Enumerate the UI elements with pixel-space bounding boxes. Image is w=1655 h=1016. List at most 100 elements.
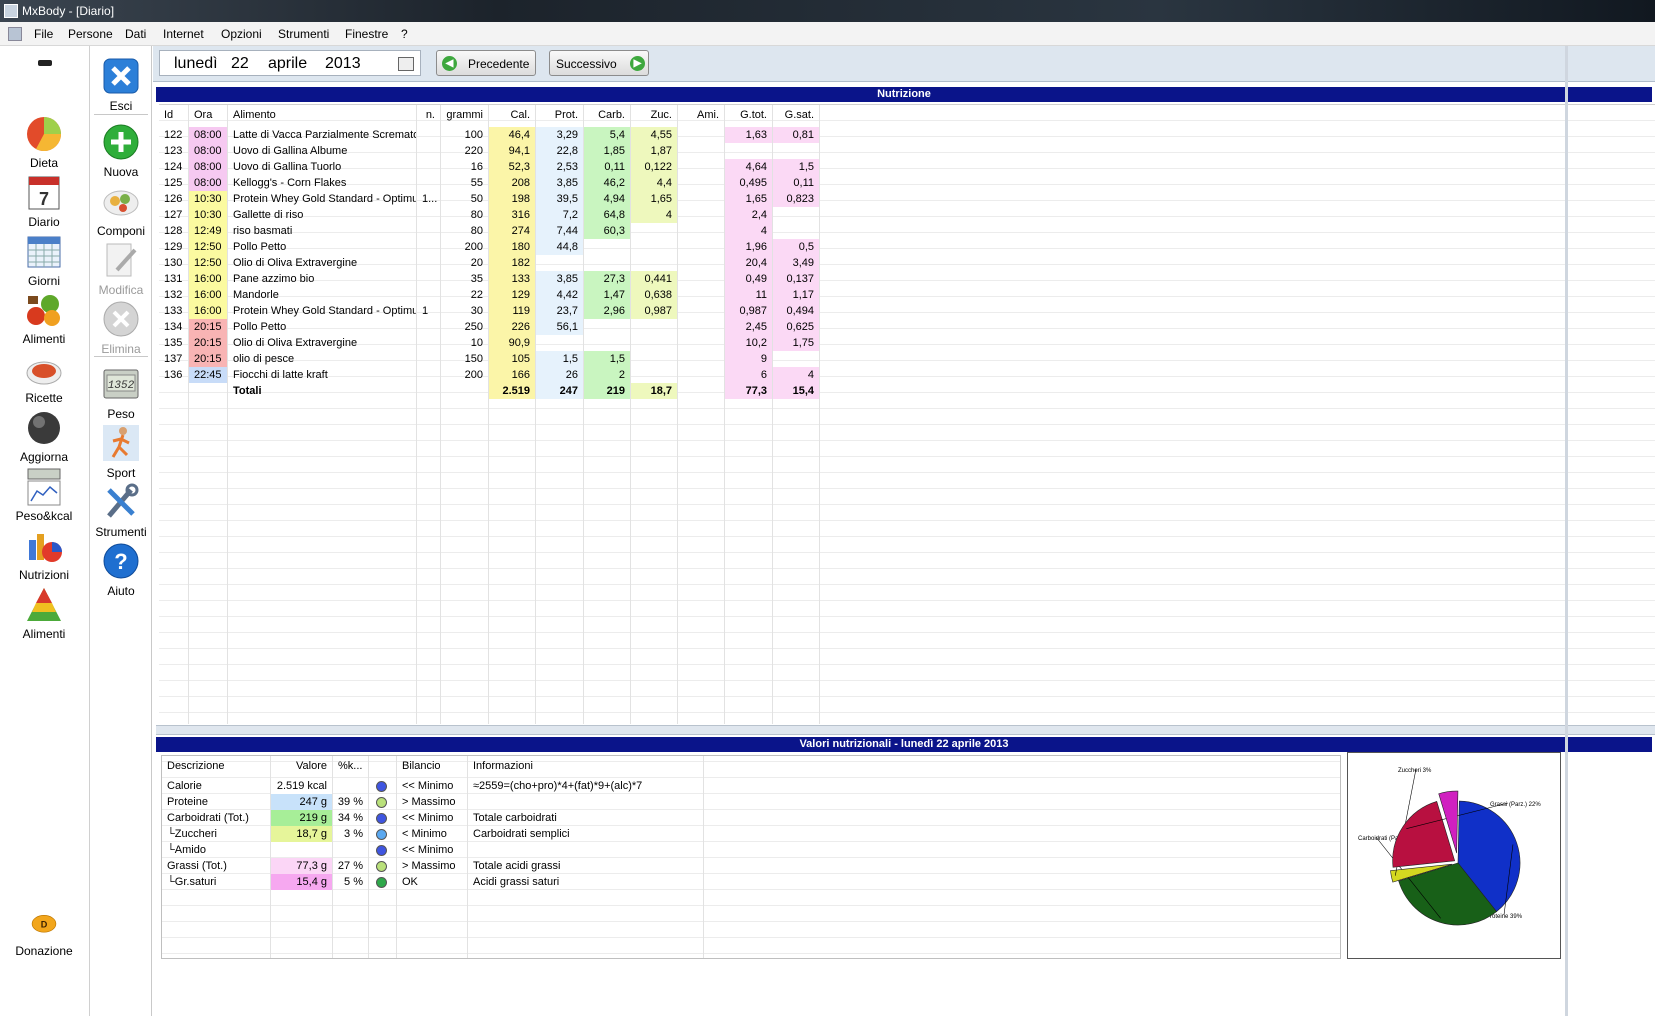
avatar[interactable]	[4, 56, 86, 120]
cell-ami	[678, 143, 724, 159]
column-header-gtot[interactable]: G.tot.	[725, 105, 772, 125]
nutritional-values-table[interactable]: Descrizione Valore %k... Bilancio Inform…	[161, 755, 1341, 959]
values-row[interactable]: Grassi (Tot.) 77,3 g 27 % > Massimo Totale a…	[162, 858, 1340, 874]
help-button[interactable]: ? Aiuto	[90, 541, 152, 598]
column-header-info[interactable]: Informazioni	[468, 756, 698, 776]
column-header-ami[interactable]: Ami.	[678, 105, 724, 125]
column-header-balance[interactable]: Bilancio	[397, 756, 467, 776]
menu-finestre[interactable]: Finestre	[345, 27, 388, 41]
panel-splitter[interactable]	[156, 725, 1655, 735]
column-header-carb[interactable]: Carb.	[584, 105, 630, 125]
table-row[interactable]: 131 16:00 Pane azzimo bio 35 133 3,85 27,3 0,44…	[159, 271, 819, 287]
values-cell-info: Totale acidi grassi	[473, 860, 561, 872]
column-header-grams[interactable]: grammi	[441, 105, 488, 125]
column-header-gsat[interactable]: G.sat.	[773, 105, 819, 125]
cell-gtot: 20,4	[725, 255, 772, 271]
cell-n	[417, 335, 440, 351]
weight-label: Peso	[107, 407, 135, 421]
values-row[interactable]: Calorie 2.519 kcal << Minimo ≈2559=(cho+pro…	[162, 778, 1340, 794]
cell-id: 124	[164, 161, 183, 173]
values-row[interactable]: └Zuccheri 18,7 g 3 % < Minimo Carboidrati se…	[162, 826, 1340, 842]
menu-file[interactable]: File	[34, 27, 53, 41]
new-button[interactable]: Nuova	[90, 122, 152, 179]
table-row[interactable]: 132 16:00 Mandorle 22 129 4,42 1,47 0,638 11 1,17	[159, 287, 819, 303]
table-row[interactable]: 123 08:00 Uovo di Gallina Albume 220 94,1 22,…	[159, 143, 819, 159]
sport-button[interactable]: Sport	[90, 423, 152, 480]
balance-indicator-icon	[376, 829, 387, 840]
table-row[interactable]: 124 08:00 Uovo di Gallina Tuorlo 16 52,3 2,53…	[159, 159, 819, 175]
sidebar-item-aggiorna[interactable]: Aggiorna	[0, 408, 88, 464]
column-header-cal[interactable]: Cal.	[489, 105, 535, 125]
values-row[interactable]: └Gr.saturi 15,4 g 5 % OK Acidi grassi saturi	[162, 874, 1340, 890]
edit-button[interactable]: Modifica	[90, 240, 152, 297]
sidebar-item-label: Ricette	[25, 391, 63, 405]
column-header-n[interactable]: n.	[417, 105, 440, 125]
document-icon[interactable]	[8, 27, 22, 41]
table-row[interactable]: 127 10:30 Gallette di riso 80 316 7,2 64,8 4 2,4	[159, 207, 819, 223]
column-header-prot[interactable]: Prot.	[536, 105, 583, 125]
cell-gtot: 2,4	[725, 207, 772, 223]
menu-help[interactable]: ?	[401, 27, 408, 41]
table-row[interactable]: 128 12:49 riso basmati 80 274 7,44 60,3 4	[159, 223, 819, 239]
table-row[interactable]: 130 12:50 Olio di Oliva Extravergine 20 182 2…	[159, 255, 819, 271]
sidebar-item-giorni[interactable]: Giorni	[0, 232, 88, 288]
total-ami	[678, 383, 724, 399]
sidebar-item-alimenti[interactable]: Alimenti	[0, 290, 88, 346]
date-day-name: lunedì	[174, 55, 218, 72]
table-row[interactable]: 129 12:50 Pollo Petto 200 180 44,8 1,96 0,5	[159, 239, 819, 255]
cell-time: 22:45	[189, 367, 227, 383]
values-row[interactable]: Proteine 247 g 39 % > Massimo	[162, 794, 1340, 810]
calendar-dropdown-icon[interactable]	[398, 57, 414, 71]
column-header-food[interactable]: Alimento	[228, 105, 416, 125]
table-row[interactable]: 122 08:00 Latte di Vacca Parzialmente Scre…	[159, 127, 819, 143]
cell-gtot: 4	[725, 223, 772, 239]
calendar-icon: 7	[28, 176, 60, 210]
previous-day-button[interactable]: ◀ Precedente	[436, 50, 536, 76]
table-row[interactable]: 137 20:15 olio di pesce 150 105 1,5 1,5 9	[159, 351, 819, 367]
donate-button[interactable]: D Donazione	[0, 914, 88, 958]
globe-icon	[28, 412, 60, 444]
table-row[interactable]: 125 08:00 Kellogg's - Corn Flakes 55 208 3,85…	[159, 175, 819, 191]
weight-button[interactable]: 1352 Peso	[90, 364, 152, 421]
date-picker[interactable]: lunedì 22 aprile 2013	[159, 50, 421, 76]
menu-opzioni[interactable]: Opzioni	[221, 27, 262, 41]
menu-dati[interactable]: Dati	[125, 27, 146, 41]
next-day-button[interactable]: Successivo ▶	[549, 50, 649, 76]
table-row[interactable]: 135 20:15 Olio di Oliva Extravergine 10 90,9…	[159, 335, 819, 351]
sidebar-item-diario[interactable]: 7 Diario	[0, 173, 88, 229]
column-header-id[interactable]: Id	[159, 105, 188, 125]
nutrition-table[interactable]: Id Ora Alimento n. grammi Cal. Prot. Car…	[159, 104, 1655, 724]
table-row[interactable]: 136 22:45 Fiocchi di latte kraft 200 166 26 2 6…	[159, 367, 819, 383]
exit-button[interactable]: Esci	[90, 56, 152, 113]
delete-button[interactable]: Elimina	[90, 299, 152, 356]
sidebar-item-peso-kcal[interactable]: Peso&kcal	[0, 467, 88, 523]
sidebar-item-nutrizioni[interactable]: Nutrizioni	[0, 526, 88, 582]
sidebar-item-dieta[interactable]: Dieta	[0, 114, 88, 170]
values-cell-pct: 27 %	[337, 860, 363, 872]
table-row[interactable]: 133 16:00 Protein Whey Gold Standard - Opt…	[159, 303, 819, 319]
column-header-description[interactable]: Descrizione	[162, 756, 270, 776]
values-row[interactable]: └Amido << Minimo	[162, 842, 1340, 858]
cell-carb: 2,96	[584, 303, 630, 319]
menu-bar: File Persone Dati Internet Opzioni Strum…	[0, 22, 1655, 46]
app-icon	[4, 4, 18, 18]
column-header-zuc[interactable]: Zuc.	[631, 105, 677, 125]
column-header-percent[interactable]: %k...	[333, 756, 368, 776]
cell-zuc: 0,441	[631, 271, 677, 287]
values-row[interactable]: Carboidrati (Tot.) 219 g 34 % << Minimo Tota…	[162, 810, 1340, 826]
compose-button[interactable]: Componi	[90, 181, 152, 238]
menu-internet[interactable]: Internet	[163, 27, 204, 41]
cell-cal: 274	[489, 223, 535, 239]
menu-strumenti[interactable]: Strumenti	[278, 27, 329, 41]
sidebar-item-alimenti-pyramid[interactable]: Alimenti	[0, 585, 88, 641]
values-cell-desc: └Amido	[167, 844, 206, 856]
tools-button[interactable]: Strumenti	[90, 482, 152, 539]
cell-food: Protein Whey Gold Standard - Optimu...	[233, 193, 416, 205]
column-header-time[interactable]: Ora	[189, 105, 227, 125]
cell-cal: 46,4	[489, 127, 535, 143]
column-header-value[interactable]: Valore	[271, 756, 332, 776]
table-row[interactable]: 134 20:15 Pollo Petto 250 226 56,1 2,45 0,625	[159, 319, 819, 335]
menu-persone[interactable]: Persone	[68, 27, 113, 41]
sidebar-item-ricette[interactable]: Ricette	[0, 349, 88, 405]
table-row[interactable]: 126 10:30 Protein Whey Gold Standard - Opt…	[159, 191, 819, 207]
